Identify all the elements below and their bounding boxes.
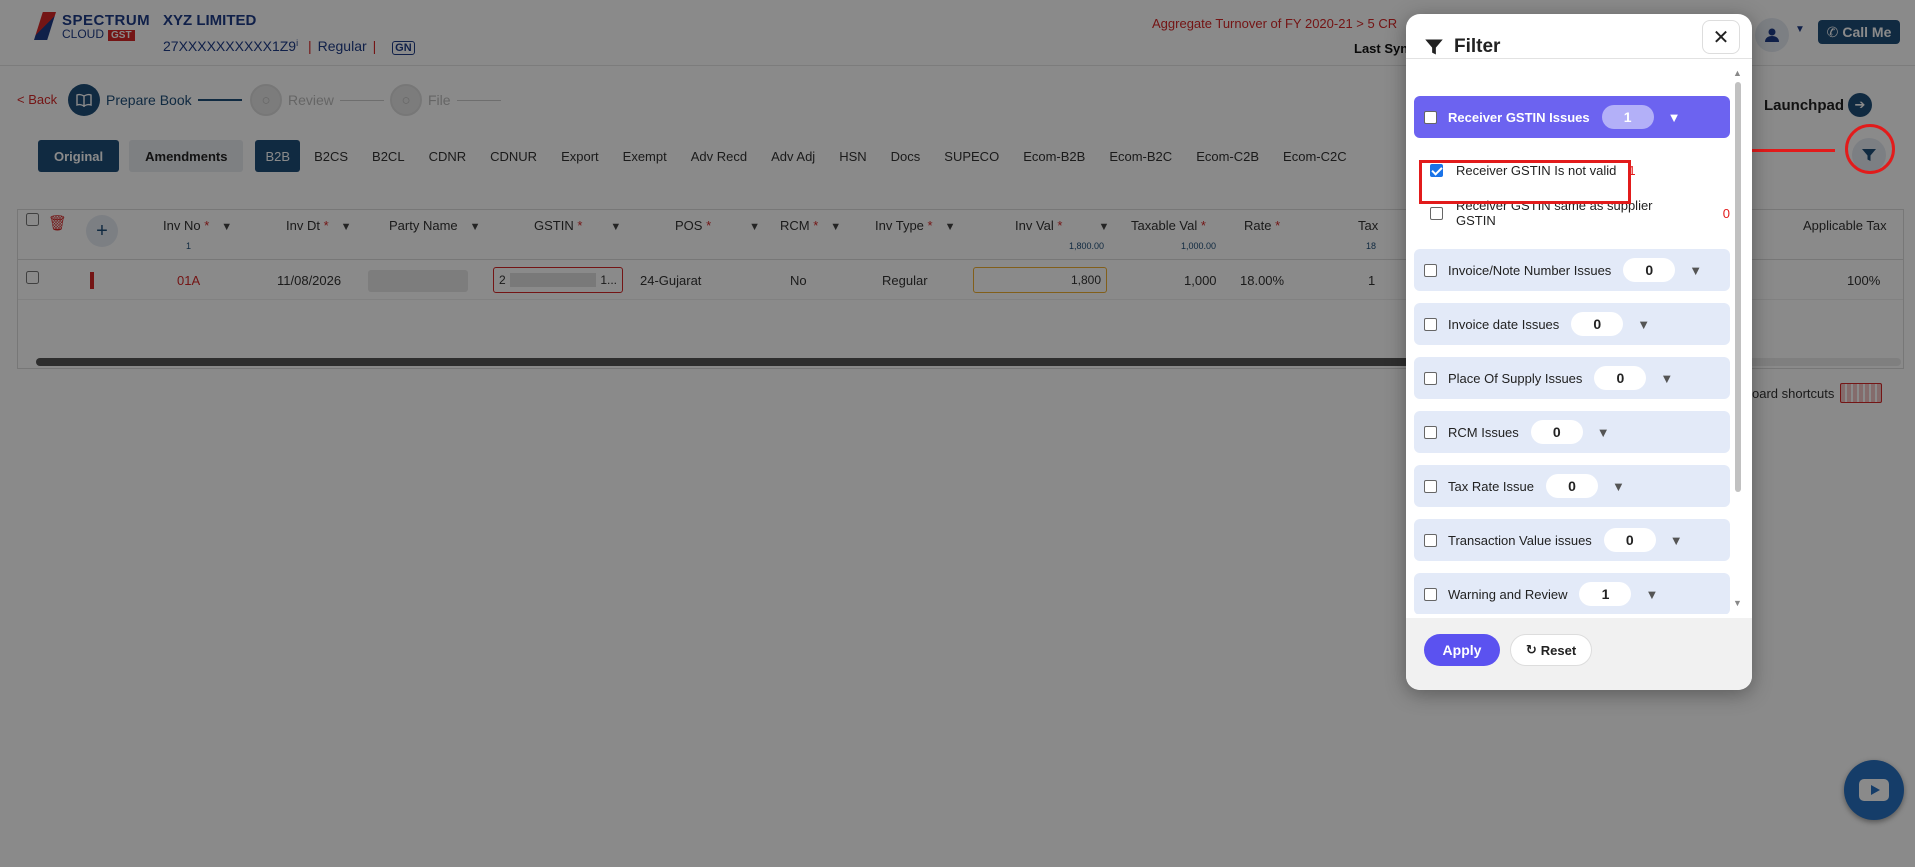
reset-icon: ↻ [1525,642,1537,657]
filter-scrollbar[interactable]: ▲ ▼ [1732,68,1744,608]
filter-panel: Filter ✕ Receiver GSTIN Issues 1 ▼ Recei… [1406,14,1752,690]
chevron-down-icon[interactable]: ▼ [1645,587,1658,602]
option-count: 0 [1722,205,1730,221]
option-checkbox[interactable] [1430,206,1443,220]
issue-count: 0 [1603,528,1656,552]
issue-count: 0 [1623,258,1676,282]
divider [1406,58,1752,59]
chevron-down-icon[interactable]: ▼ [1660,371,1673,386]
filter-group-rcm[interactable]: RCM Issues 0 ▼ [1414,411,1730,453]
filter-options-list: Receiver GSTIN Issues 1 ▼ Receiver GSTIN… [1414,68,1730,614]
group-checkbox[interactable] [1424,110,1437,124]
filter-group-invoice-number[interactable]: Invoice/Note Number Issues 0 ▼ [1414,249,1730,291]
issue-count: 0 [1571,312,1624,336]
group-checkbox[interactable] [1424,479,1437,493]
issue-count: 1 [1601,105,1654,129]
issue-count: 0 [1546,474,1598,498]
group-checkbox[interactable] [1424,371,1437,385]
chevron-down-icon[interactable]: ▼ [1670,533,1683,548]
annotation-highlight-box [1419,160,1631,204]
filter-group-warning-review[interactable]: Warning and Review 1 ▼ [1414,573,1730,614]
group-checkbox[interactable] [1424,533,1437,547]
close-button[interactable]: ✕ [1702,20,1740,54]
scroll-up-icon[interactable]: ▲ [1733,68,1742,78]
chevron-down-icon[interactable]: ▼ [1668,110,1681,125]
annotation-highlight-circle [1845,124,1895,174]
issue-count: 0 [1530,420,1583,444]
issue-count: 0 [1594,366,1647,390]
apply-button[interactable]: Apply [1424,634,1500,666]
chevron-down-icon[interactable]: ▼ [1597,425,1610,440]
group-checkbox[interactable] [1424,425,1437,439]
issue-count: 1 [1579,582,1632,606]
scroll-down-icon[interactable]: ▼ [1733,598,1742,608]
group-checkbox[interactable] [1424,317,1437,331]
filter-group-tax-rate[interactable]: Tax Rate Issue 0 ▼ [1414,465,1730,507]
filter-group-invoice-date[interactable]: Invoice date Issues 0 ▼ [1414,303,1730,345]
group-checkbox[interactable] [1424,587,1437,601]
reset-button[interactable]: ↻ Reset [1510,634,1592,666]
filter-icon [1425,39,1443,55]
filter-group-receiver-gstin[interactable]: Receiver GSTIN Issues 1 ▼ [1414,96,1730,138]
filter-group-place-of-supply[interactable]: Place Of Supply Issues 0 ▼ [1414,357,1730,399]
filter-panel-title: Filter [1424,36,1500,58]
filter-group-transaction-value[interactable]: Transaction Value issues 0 ▼ [1414,519,1730,561]
scroll-thumb[interactable] [1735,82,1741,492]
chevron-down-icon[interactable]: ▼ [1637,317,1650,332]
chevron-down-icon[interactable]: ▼ [1689,263,1702,278]
close-icon: ✕ [1712,26,1730,49]
chevron-down-icon[interactable]: ▼ [1612,479,1625,494]
group-checkbox[interactable] [1424,263,1437,277]
